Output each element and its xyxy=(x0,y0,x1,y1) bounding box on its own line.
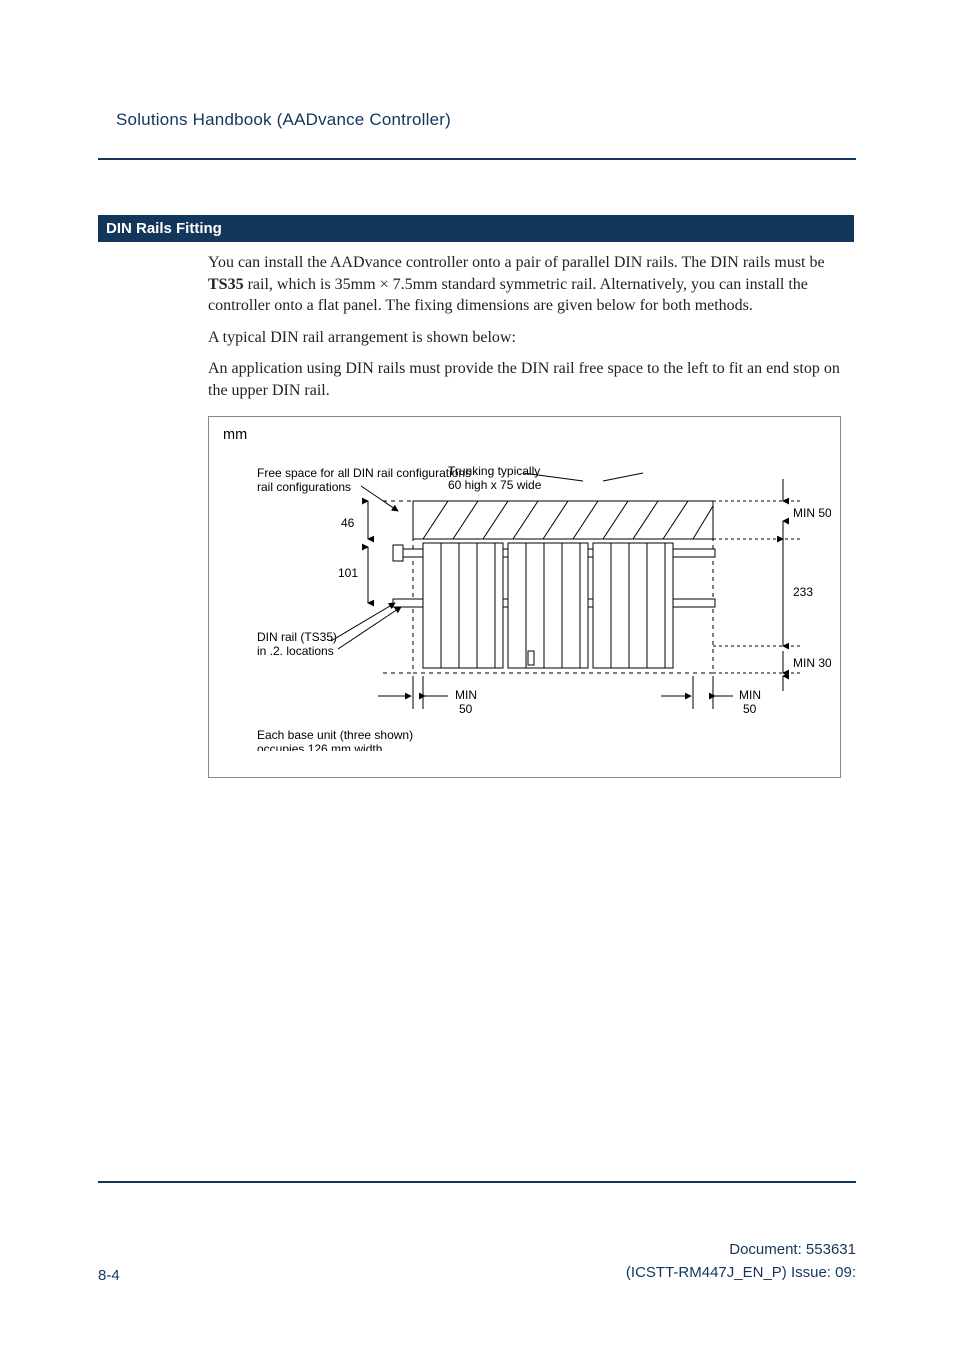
paragraph-2: A typical DIN rail arrangement is shown … xyxy=(208,327,841,349)
svg-text:rail configurations: rail configurations xyxy=(257,480,351,494)
label-min-right-l2: 50 xyxy=(743,702,757,716)
label-base-unit-l2: occupies 126 mm width xyxy=(257,742,382,751)
label-min30: MIN 30 xyxy=(793,656,831,670)
diagram-container: mm xyxy=(208,416,841,778)
label-min-left-l1: MIN xyxy=(455,688,477,702)
label-101: 101 xyxy=(338,566,358,580)
page-number: 8-4 xyxy=(98,1267,120,1284)
header-rule xyxy=(98,158,856,160)
page-header: Solutions Handbook (AADvance Controller) xyxy=(116,110,856,130)
label-free-space: Free space for all DIN rail configuratio… xyxy=(257,466,471,480)
diagram-units-label: mm xyxy=(223,427,826,443)
din-rail-diagram: Free space for all DIN rail configuratio… xyxy=(223,451,831,751)
doc-line2: (ICSTT-RM447J_EN_P) Issue: 09: xyxy=(626,1262,856,1285)
label-base-unit-l1: Each base unit (three shown) xyxy=(257,728,413,742)
body-text: You can install the AADvance controller … xyxy=(208,252,841,402)
doc-line1: Document: 553631 xyxy=(626,1239,856,1262)
label-min50-top: MIN 50 xyxy=(793,506,831,520)
label-46: 46 xyxy=(341,516,355,530)
label-din-rail-l1: DIN rail (TS35) xyxy=(257,630,337,644)
p1a: You can install the AADvance controller … xyxy=(208,254,825,271)
label-din-rail-l2: in .2. locations xyxy=(257,644,334,658)
book-title: Solutions Handbook (AADvance Controller) xyxy=(116,110,856,130)
label-trunking-l2: 60 high x 75 wide xyxy=(448,478,542,492)
label-min-right-l1: MIN xyxy=(739,688,761,702)
label-233: 233 xyxy=(793,585,813,599)
section-title: DIN Rails Fitting xyxy=(98,215,854,242)
label-min-left-l2: 50 xyxy=(459,702,473,716)
label-trunking-l1: Trunking typically xyxy=(448,464,540,478)
p1bold: TS35 xyxy=(208,276,244,293)
p1b: rail, which is 35mm × 7.5mm standard sym… xyxy=(208,276,808,315)
paragraph-1: You can install the AADvance controller … xyxy=(208,252,841,317)
page-footer: 8-4 Document: 553631 (ICSTT-RM447J_EN_P)… xyxy=(98,1239,856,1284)
footer-rule xyxy=(98,1181,856,1183)
paragraph-3: An application using DIN rails must prov… xyxy=(208,358,841,401)
